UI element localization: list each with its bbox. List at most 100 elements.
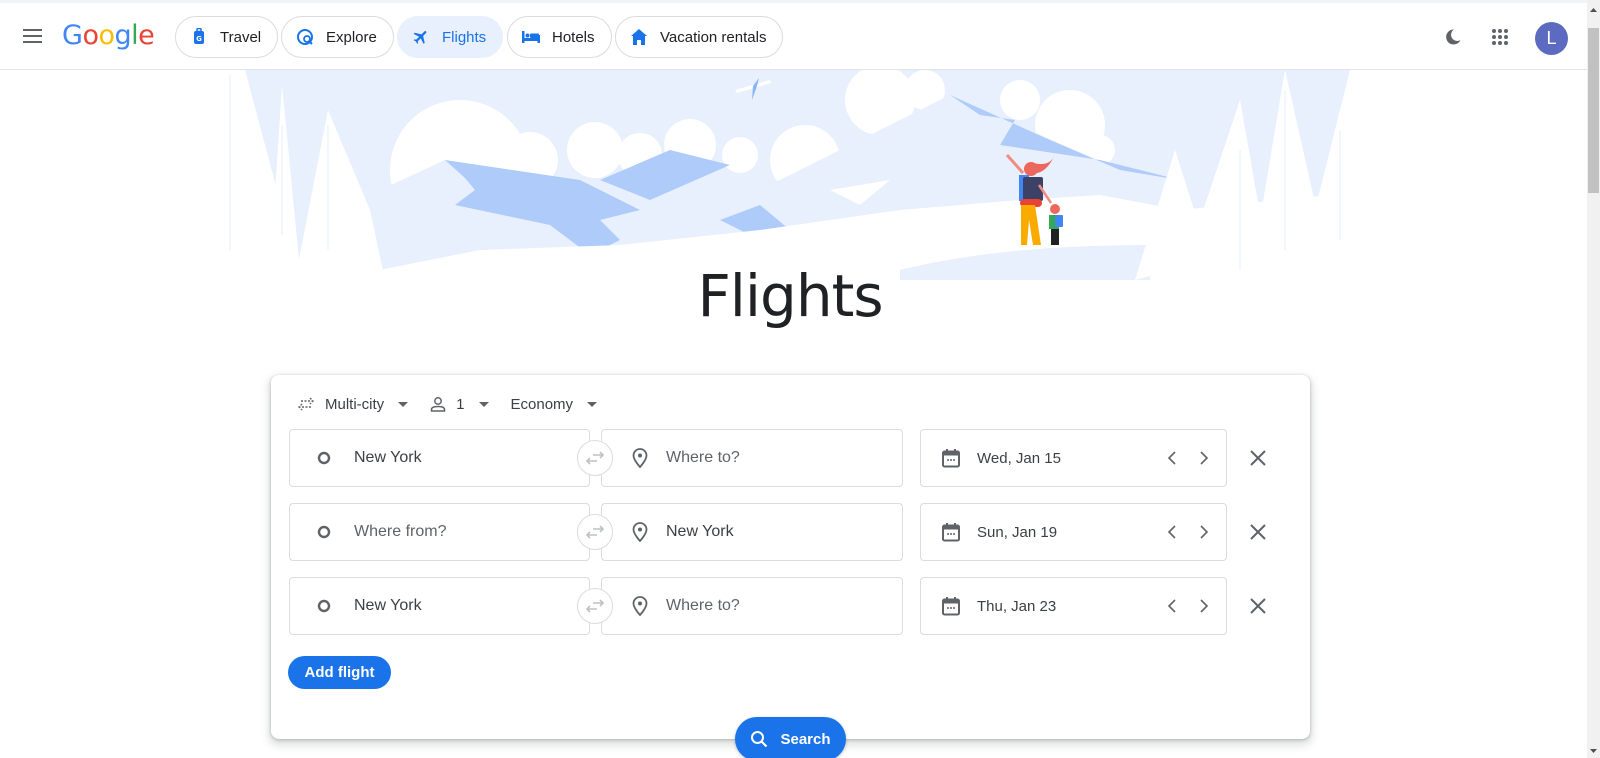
chevron-left-icon (1167, 451, 1176, 465)
logo-letter: o (82, 20, 99, 51)
nav-chip-label: Vacation rentals (660, 28, 767, 46)
cabin-class-value: Economy (510, 395, 574, 413)
swap-locations-button[interactable] (577, 440, 613, 476)
destination-input[interactable]: New York (601, 503, 903, 561)
next-date-button[interactable] (1193, 595, 1215, 617)
bed-icon (522, 28, 540, 46)
nav-chip-travel[interactable]: G Travel (175, 16, 279, 58)
origin-circle-icon (312, 594, 336, 618)
scrollbar-thumb[interactable] (1588, 28, 1599, 193)
next-date-button[interactable] (1193, 447, 1215, 469)
page-scrollbar[interactable] (1587, 0, 1600, 758)
previous-date-button[interactable] (1161, 447, 1183, 469)
date-value: Thu, Jan 23 (977, 597, 1057, 615)
main-menu-button[interactable] (20, 23, 46, 49)
swap-locations-button[interactable] (577, 514, 613, 550)
scroll-up-arrow-icon[interactable] (1587, 3, 1600, 17)
swap-icon (585, 599, 605, 613)
add-flight-button[interactable]: Add flight (288, 656, 391, 689)
svg-text:G: G (196, 35, 202, 43)
destination-placeholder: Where to? (666, 449, 740, 466)
location-pin-icon (628, 446, 652, 470)
passenger-count: 1 (456, 395, 465, 413)
departure-date-input[interactable]: Thu, Jan 23 (920, 577, 1227, 635)
origin-input[interactable]: New York (289, 429, 590, 487)
calendar-icon (939, 446, 963, 470)
logo-letter: g (114, 20, 132, 51)
date-value: Wed, Jan 15 (977, 449, 1061, 467)
origin-circle-icon (312, 446, 336, 470)
flight-search-card: Multi-city 1 Economy New York Where to? … (271, 375, 1310, 739)
nav-chip-vacation-rentals[interactable]: Vacation rentals (615, 16, 784, 58)
search-button[interactable]: Search (735, 717, 846, 758)
calendar-icon (939, 520, 963, 544)
scroll-down-arrow-icon[interactable] (1587, 744, 1600, 758)
close-icon (1250, 524, 1266, 540)
logo-letter: G (62, 20, 83, 51)
chevron-right-icon (1200, 451, 1209, 465)
top-app-bar: Google G Travel Explore Flights Hotels V… (0, 0, 1587, 70)
hero-illustration (200, 70, 1380, 280)
close-icon (1250, 598, 1266, 614)
swap-locations-button[interactable] (577, 588, 613, 624)
nav-chip-hotels[interactable]: Hotels (507, 16, 612, 58)
flight-leg-row: New York Where to? Wed, Jan 15 (289, 429, 1289, 487)
page-title: Flights (697, 262, 883, 330)
airplane-icon (412, 28, 430, 46)
search-icon (750, 730, 768, 748)
chevron-right-icon (1200, 525, 1209, 539)
moon-icon[interactable] (1442, 26, 1464, 48)
remove-flight-button[interactable] (1245, 519, 1271, 545)
location-pin-icon (628, 520, 652, 544)
remove-flight-button[interactable] (1245, 593, 1271, 619)
next-date-button[interactable] (1193, 521, 1215, 543)
chevron-down-icon (478, 401, 489, 407)
nav-chip-explore[interactable]: Explore (281, 16, 394, 58)
origin-input[interactable]: New York (289, 577, 590, 635)
search-label: Search (780, 730, 831, 748)
remove-flight-button[interactable] (1245, 445, 1271, 471)
luggage-icon: G (190, 28, 208, 46)
flight-leg-row: New York Where to? Thu, Jan 23 (289, 577, 1289, 635)
nav-chip-label: Explore (326, 28, 377, 46)
logo-letter: e (138, 20, 155, 51)
swap-icon (585, 451, 605, 465)
origin-input[interactable]: Where from? (289, 503, 590, 561)
chevron-left-icon (1167, 599, 1176, 613)
passengers-select[interactable]: 1 (430, 395, 489, 413)
previous-date-button[interactable] (1161, 595, 1183, 617)
destination-value: New York (666, 523, 734, 540)
swap-icon (585, 525, 605, 539)
destination-placeholder: Where to? (666, 597, 740, 614)
origin-placeholder: Where from? (354, 523, 447, 540)
chevron-down-icon (587, 401, 598, 407)
previous-date-button[interactable] (1161, 521, 1183, 543)
swap-arrows-icon (297, 397, 315, 411)
date-value: Sun, Jan 19 (977, 523, 1058, 541)
trip-type-select[interactable]: Multi-city (297, 396, 409, 413)
origin-value: New York (354, 449, 422, 466)
account-avatar[interactable]: L (1535, 22, 1568, 55)
location-pin-icon (628, 594, 652, 618)
cabin-class-select[interactable]: Economy (511, 396, 598, 413)
close-icon (1250, 450, 1266, 466)
chevron-right-icon (1200, 599, 1209, 613)
chevron-down-icon (398, 401, 409, 407)
house-icon (630, 28, 648, 46)
nav-chip-label: Travel (220, 28, 262, 46)
destination-input[interactable]: Where to? (601, 429, 903, 487)
origin-circle-icon (312, 520, 336, 544)
destination-input[interactable]: Where to? (601, 577, 903, 635)
departure-date-input[interactable]: Wed, Jan 15 (920, 429, 1227, 487)
search-options-bar: Multi-city 1 Economy (297, 389, 619, 419)
nav-chip-flights[interactable]: Flights (397, 16, 504, 58)
logo-letter: l (131, 20, 139, 51)
departure-date-input[interactable]: Sun, Jan 19 (920, 503, 1227, 561)
origin-value: New York (354, 597, 422, 614)
explore-icon (296, 28, 314, 46)
google-logo[interactable]: Google (62, 20, 155, 51)
flight-leg-row: Where from? New York Sun, Jan 19 (289, 503, 1289, 561)
chevron-left-icon (1167, 525, 1176, 539)
nav-chip-label: Flights (442, 28, 487, 46)
apps-grid-icon[interactable] (1489, 26, 1511, 48)
